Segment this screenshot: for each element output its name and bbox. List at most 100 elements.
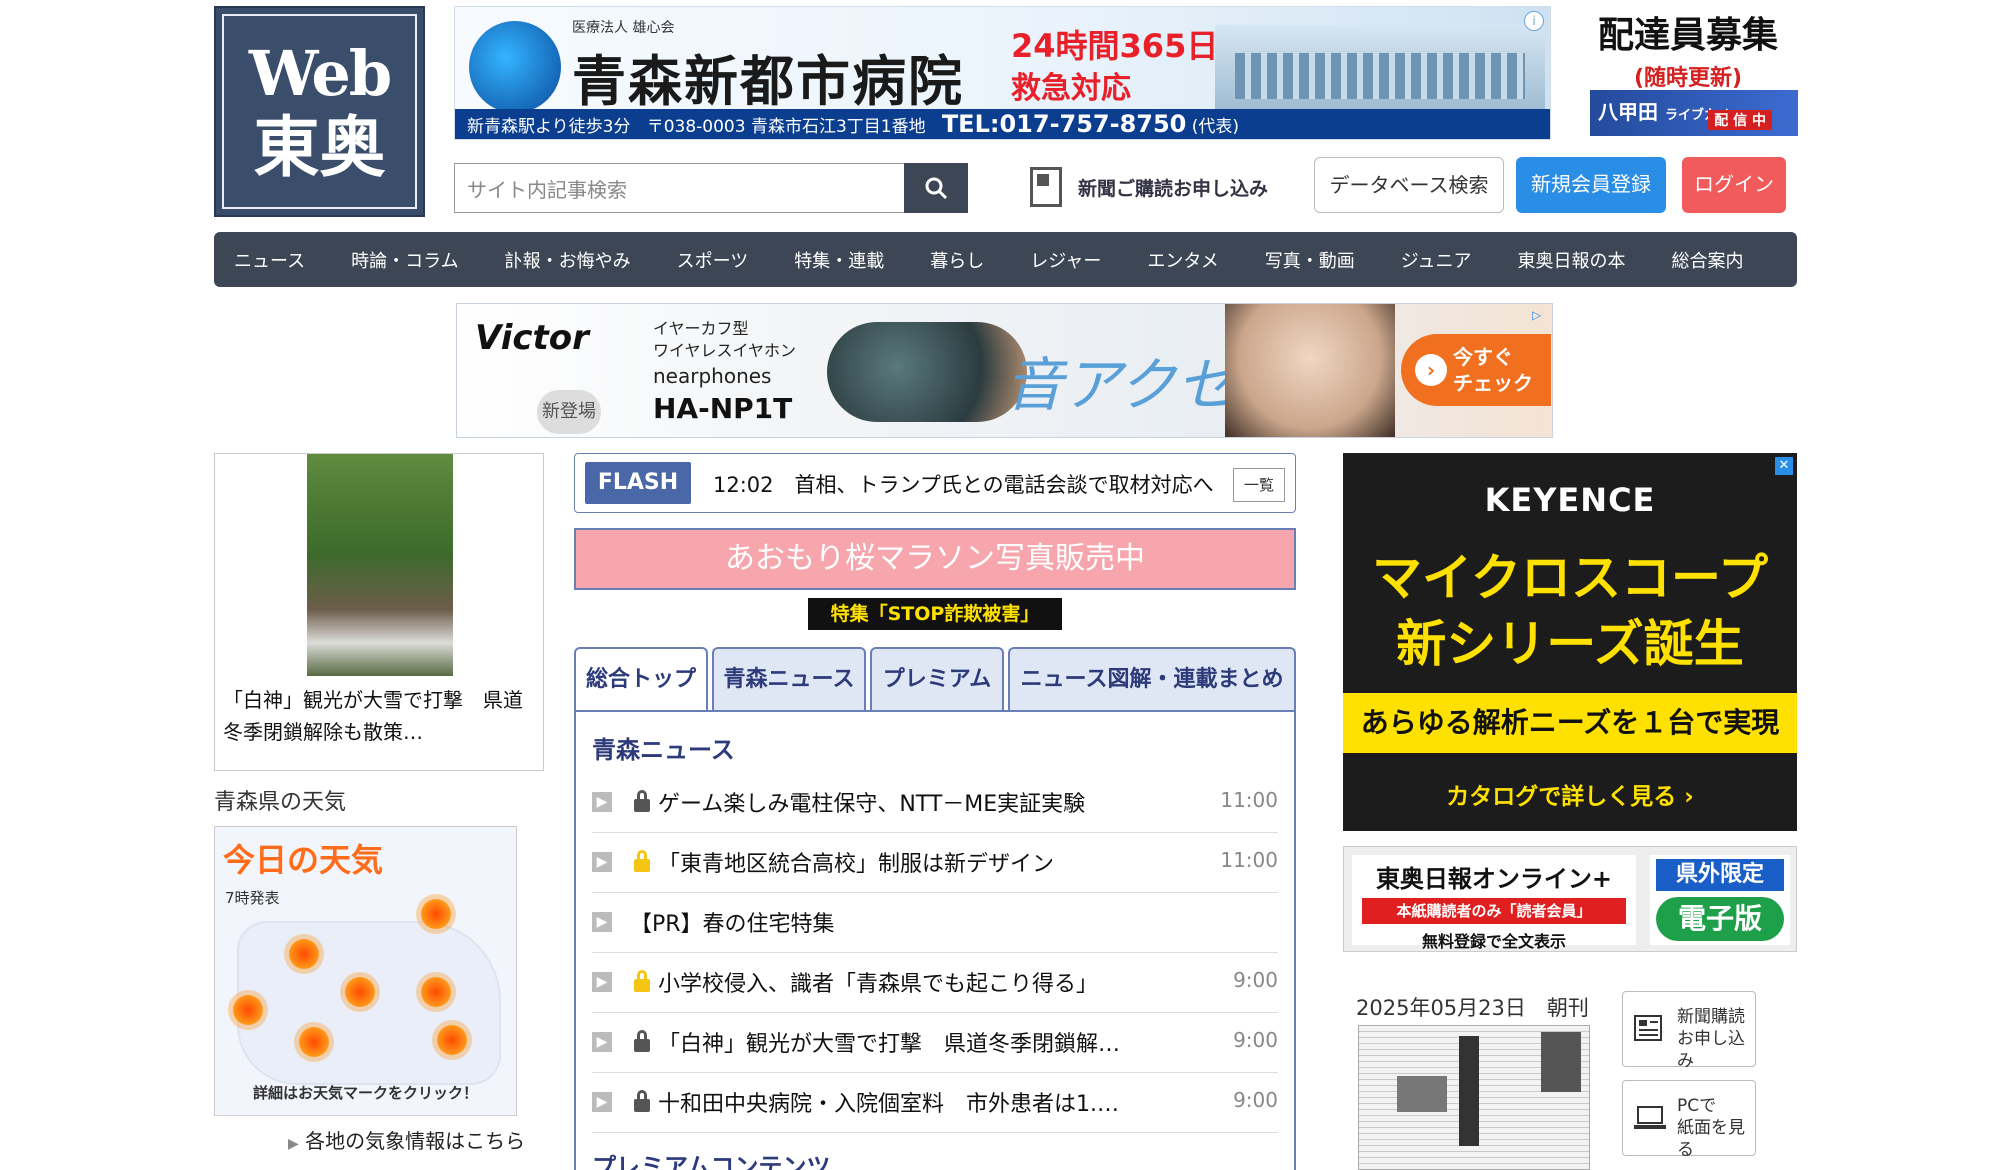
chevron-right-icon: › [1415, 354, 1447, 386]
live-camera-banner[interactable]: 八甲田 ライブカメ 配 信 中 [1590, 90, 1798, 136]
sunny-icon[interactable] [421, 977, 451, 1007]
victor-ad-banner[interactable]: Victor 新登場 イヤーカフ型 ワイヤレスイヤホン nearphones H… [456, 303, 1553, 438]
nav-features[interactable]: 特集・連載 [794, 247, 884, 273]
search-button[interactable] [904, 163, 968, 213]
premium-lock-icon [634, 850, 650, 872]
subscribe-side-label: 新聞購読 お申し込み [1677, 1006, 1755, 1072]
nav-living[interactable]: 暮らし [930, 247, 984, 273]
keyence-catalog-link[interactable]: カタログで詳しく見る › [1343, 777, 1797, 811]
adchoices-icon[interactable]: ▷ [1532, 308, 1546, 322]
triangle-right-icon: ▶ [592, 1092, 612, 1112]
subscribe-link[interactable]: 新聞ご購読お申し込み [1030, 163, 1300, 211]
pc-view-button[interactable]: PCで 紙面を見る [1622, 1080, 1756, 1160]
weather-info-link[interactable]: ▶ 各地の気象情報はこちら [288, 1125, 525, 1154]
premium-section-title: プレミアムコンテンツ [592, 1153, 831, 1170]
ad-info-icon[interactable]: i [1524, 11, 1544, 31]
close-icon[interactable]: ✕ [1775, 457, 1793, 475]
register-button[interactable]: 新規会員登録 [1516, 157, 1666, 213]
tab-aomori-news[interactable]: 青森ニュース [712, 647, 866, 711]
weather-footer: 詳細はお天気マークをクリック！ [252, 1084, 478, 1102]
hospital-ad-banner[interactable]: 医療法人 雄心会 青森新都市病院 24時間365日 救急対応 新青森駅より徒歩3… [454, 6, 1551, 140]
earphone-image [827, 322, 1027, 422]
recruit-banner[interactable]: 配達員募集 (随時更新) 八甲田 ライブカメ 配 信 中 [1578, 6, 1798, 136]
online-plus-banner[interactable]: 東奥日報オンライン+ 本紙購読者のみ「読者会員」 無料登録で全文表示 県外限定 … [1343, 846, 1797, 952]
hospital-emergency: 救急対応 [1011, 71, 1131, 106]
tab-general-top[interactable]: 総合トップ [574, 647, 708, 713]
keyence-band: あらゆる解析ニーズを１台で実現 [1343, 693, 1797, 753]
flash-headline[interactable]: 12:02 首相、トランプ氏との電話会談で取材対応へ [713, 469, 1214, 499]
live-camera-tag: 配 信 中 [1708, 110, 1772, 130]
nav-photo-video[interactable]: 写真・動画 [1265, 247, 1355, 273]
nav-leisure[interactable]: レジャー [1030, 247, 1101, 273]
login-button[interactable]: ログイン [1682, 157, 1786, 213]
nav-sports[interactable]: スポーツ [677, 247, 749, 273]
keyence-ad-banner[interactable]: KEYENCE マイクロスコープ 新シリーズ誕生 あらゆる解析ニーズを１台で実現… [1343, 453, 1797, 831]
search-icon [925, 177, 948, 200]
subscribe-label: 新聞ご購読お申し込み [1078, 177, 1269, 200]
weather-link-label: 各地の気象情報はこちら [305, 1129, 526, 1153]
marathon-photo-banner[interactable]: あおもり桜マラソン写真販売中 [574, 528, 1296, 590]
hospital-building-image [1215, 25, 1545, 117]
sunny-icon[interactable] [421, 899, 451, 929]
news-row[interactable]: ▶ 【PR】春の住宅特集 [592, 892, 1278, 953]
triangle-right-icon: ▶ [592, 972, 612, 992]
tab-news-diagrams[interactable]: ニュース図解・連載まとめ [1008, 647, 1296, 711]
nav-books[interactable]: 東奥日報の本 [1518, 247, 1626, 273]
victor-cta-button[interactable]: › 今すぐ チェック [1401, 334, 1551, 406]
sunny-icon[interactable] [299, 1027, 329, 1057]
nav-entertainment[interactable]: エンタメ [1147, 247, 1218, 273]
flash-news-bar: FLASH 12:02 首相、トランプ氏との電話会談で取材対応へ 一覧 [574, 453, 1296, 513]
nav-column[interactable]: 時論・コラム [351, 247, 458, 273]
sunny-icon[interactable] [437, 1025, 467, 1055]
site-logo[interactable]: Web 東奥 [214, 6, 425, 217]
news-row[interactable]: ▶ ゲーム楽しみ電柱保守、NTT－ME実証実験 11:00 [592, 772, 1278, 833]
newspaper-icon [1030, 167, 1062, 207]
paper-date: 2025年05月23日 朝刊 [1356, 996, 1589, 1020]
subscribe-side-line2: お申し込み [1677, 1029, 1745, 1071]
nav-news[interactable]: ニュース [234, 247, 305, 273]
news-row[interactable]: ▶ 「白神」観光が大雪で打撃 県道冬季閉鎖解… 9:00 [592, 1012, 1278, 1073]
triangle-right-icon: ▶ [592, 912, 612, 932]
online-plus-box[interactable]: 東奥日報オンライン+ 本紙購読者のみ「読者会員」 無料登録で全文表示 [1352, 855, 1636, 951]
tab-premium[interactable]: プレミアム [870, 647, 1004, 711]
triangle-right-icon: ▶ [592, 852, 612, 872]
lock-icon [634, 790, 650, 812]
victor-desc-1: イヤーカフ型 [653, 319, 749, 338]
featured-article-card[interactable]: 「白神」観光が大雪で打撃 県道冬季閉鎖解除も散策… [214, 453, 544, 771]
pc-view-line2: 紙面を見る [1677, 1118, 1745, 1160]
nav-guide[interactable]: 総合案内 [1672, 247, 1744, 273]
pc-view-line1: PCで [1677, 1096, 1717, 1116]
model-photo [1225, 304, 1395, 437]
nav-junior[interactable]: ジュニア [1401, 247, 1472, 273]
victor-slogan: 音アクセ [1005, 351, 1235, 419]
hospital-tel-note: (代表) [1191, 117, 1240, 137]
sunny-icon[interactable] [289, 939, 319, 969]
recruit-title: 配達員募集 [1597, 15, 1778, 56]
sunny-icon[interactable] [345, 977, 375, 1007]
news-time: 11:00 [1220, 848, 1278, 872]
database-search-button[interactable]: データベース検索 [1314, 157, 1504, 213]
main-nav: ニュース 時論・コラム 訃報・お悔やみ スポーツ 特集・連載 暮らし レジャー … [214, 232, 1797, 287]
nav-obituary[interactable]: 訃報・お悔やみ [505, 247, 631, 273]
victor-model: HA-NP1T [653, 392, 793, 425]
subscribe-side-button[interactable]: 新聞購読 お申し込み [1622, 991, 1756, 1071]
keyence-headline-1: マイクロスコープ [1372, 549, 1768, 607]
weather-widget[interactable]: 今日の天気 7時発表 詳細はお天気マークをクリック！ [214, 826, 517, 1116]
triangle-right-icon: ▶ [288, 1136, 299, 1152]
fraud-feature-banner[interactable]: 特集「STOP詐欺被害」 [808, 598, 1062, 630]
newspaper-front-page-image[interactable] [1358, 1025, 1590, 1170]
flash-list-button[interactable]: 一覧 [1233, 468, 1285, 502]
sunny-icon[interactable] [233, 995, 263, 1025]
search-input[interactable]: サイト内記事検索 [454, 163, 968, 213]
news-row[interactable]: ▶ 「東青地区統合高校」制服は新デザイン 11:00 [592, 832, 1278, 893]
e-edition-label: 電子版 [1656, 897, 1784, 941]
logo-line-2: 東奥 [253, 107, 386, 186]
e-edition-box[interactable]: 県外限定 電子版 [1650, 855, 1790, 945]
lock-icon [634, 1090, 650, 1112]
news-row[interactable]: ▶ 十和田中央病院・入院個室料 市外患者は1.… 9:00 [592, 1072, 1278, 1133]
hospital-org: 医療法人 雄心会 [572, 20, 675, 36]
news-row[interactable]: ▶ 小学校侵入、識者「青森県でも起こり得る」 9:00 [592, 952, 1278, 1013]
online-plus-title: 東奥日報オンライン+ [1375, 865, 1613, 893]
keyence-logo: KEYENCE [1484, 481, 1656, 519]
subscribe-side-line1: 新聞購読 [1677, 1007, 1745, 1027]
